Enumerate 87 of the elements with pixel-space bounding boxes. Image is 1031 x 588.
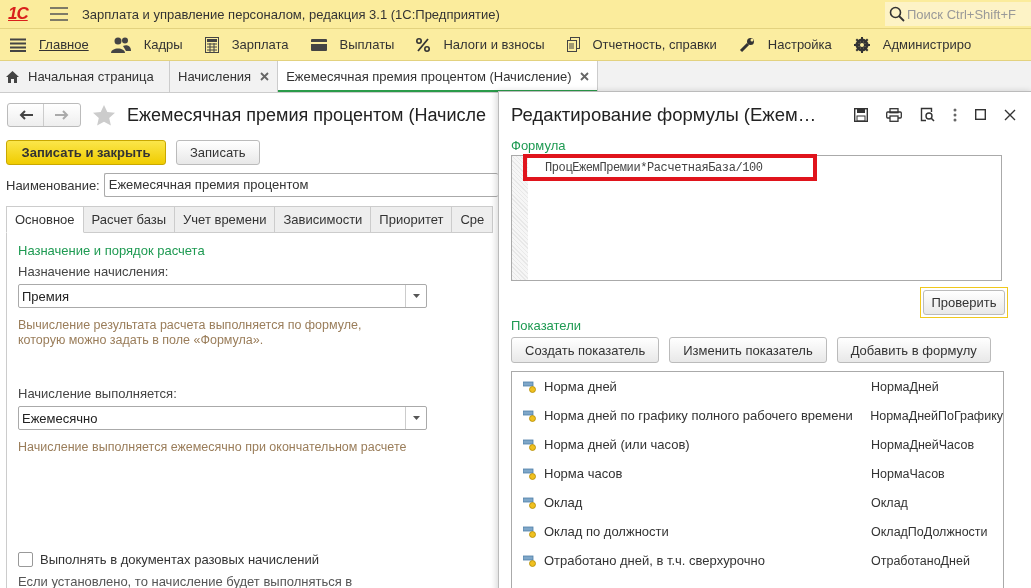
form-tab[interactable]: Приоритет bbox=[371, 206, 453, 233]
form-tab[interactable]: Зависимости bbox=[275, 206, 372, 233]
mode-dropdown[interactable]: Ежемесячно bbox=[18, 406, 427, 430]
indicator-name[interactable]: Оклад bbox=[544, 495, 871, 510]
indicator-name[interactable]: Норма дней по графику полного рабочего времени bbox=[543, 408, 871, 423]
form-tab[interactable]: Сре bbox=[452, 206, 494, 233]
open-tab[interactable]: Ежемесячная премия процентом (Начисление) bbox=[278, 61, 599, 92]
section-link[interactable]: Настройка bbox=[767, 37, 832, 52]
section-link[interactable]: Кадры bbox=[143, 37, 183, 52]
indicator-name[interactable]: Отработано дней, в т.ч. сверхурочно bbox=[544, 553, 871, 568]
field-label: Назначение начисления: bbox=[18, 264, 170, 279]
form-tab[interactable]: Учет времени bbox=[175, 206, 276, 233]
formula-text: ПроцЕжемПремии*РасчетнаяБаза/100 bbox=[545, 160, 763, 175]
section-link[interactable]: Главное bbox=[39, 37, 89, 52]
indicator-icon bbox=[523, 380, 536, 393]
check-button[interactable]: Проверить bbox=[923, 290, 1005, 315]
indicator-id[interactable]: НормаДнейПоГрафику bbox=[870, 408, 1003, 423]
indicator-name[interactable]: Норма дней bbox=[544, 379, 871, 394]
indicator-name[interactable]: Оклад по должности bbox=[544, 524, 871, 539]
indicator-icon bbox=[523, 438, 536, 451]
dropdown-icon bbox=[412, 416, 420, 420]
wallet-icon bbox=[310, 38, 327, 51]
maximize-icon[interactable] bbox=[975, 109, 986, 120]
indicator-icon bbox=[523, 496, 536, 509]
search-box[interactable]: Поиск Ctrl+Shift+F bbox=[885, 2, 1031, 26]
section-link[interactable]: Отчетность, справки bbox=[592, 37, 717, 52]
formula-label: Формула bbox=[511, 138, 567, 153]
checkbox[interactable] bbox=[18, 552, 33, 567]
close-icon[interactable] bbox=[1004, 108, 1016, 121]
hint-text: Если установлено, то начисление будет выполняться в bbox=[18, 574, 354, 588]
name-field[interactable]: Ежемесячная премия процентом bbox=[103, 173, 498, 197]
indicator-icon bbox=[523, 467, 536, 480]
search-icon[interactable] bbox=[889, 6, 905, 22]
indicator-id[interactable]: НормаДней bbox=[871, 379, 939, 394]
indicator-name[interactable]: Норма часов bbox=[544, 466, 871, 481]
close-icon[interactable] bbox=[580, 72, 590, 81]
section-title: Назначение и порядок расчета bbox=[18, 243, 206, 258]
indicator-id[interactable]: НормаЧасов bbox=[871, 466, 945, 481]
save-icon[interactable] bbox=[854, 107, 868, 122]
menu-icon[interactable] bbox=[50, 7, 68, 21]
form-title: Ежемесячная премия процентом (Начисле bbox=[127, 104, 487, 126]
indicator-icon bbox=[523, 554, 536, 567]
people-icon bbox=[110, 36, 131, 53]
indicator-id[interactable]: НормаДнейЧасов bbox=[871, 437, 975, 452]
logo: 1С bbox=[8, 4, 30, 24]
indicator-icon bbox=[523, 409, 536, 422]
dropdown-icon bbox=[412, 294, 420, 298]
checkbox-label: Выполнять в документах разовых начислений bbox=[40, 552, 320, 567]
indicator-button[interactable]: Изменить показатель bbox=[669, 337, 827, 363]
wrench-icon bbox=[738, 36, 755, 53]
indicator-icon bbox=[523, 525, 536, 538]
indicator-button[interactable]: Создать показатель bbox=[511, 337, 660, 363]
form-tab[interactable]: Основное bbox=[6, 206, 84, 233]
section-link[interactable]: Выплаты bbox=[339, 37, 395, 52]
percent-icon bbox=[416, 37, 431, 52]
print-icon[interactable] bbox=[886, 107, 902, 122]
calculator-icon bbox=[204, 36, 219, 53]
hint-text: Вычисление результата расчета выполняется по формуле, которую можно задать в поле «Формула». bbox=[18, 318, 363, 348]
save-button[interactable]: Записать bbox=[176, 139, 260, 165]
star-icon[interactable] bbox=[93, 104, 115, 126]
more-icon[interactable] bbox=[953, 107, 957, 122]
arrow-left-icon bbox=[18, 110, 33, 120]
field-label: Начисление выполняется: bbox=[18, 386, 178, 401]
menu-icon bbox=[10, 37, 26, 52]
window-title: Зарплата и управление персоналом, редакция 3.1 (1С:Предприятие) bbox=[82, 6, 501, 22]
settings-icon bbox=[853, 36, 870, 53]
field-label: Наименование: bbox=[6, 177, 100, 193]
formula-editor[interactable]: ПроцЕжемПремии*РасчетнаяБаза/100 bbox=[511, 155, 1002, 281]
purpose-dropdown[interactable]: Премия bbox=[18, 284, 427, 308]
arrow-right-icon bbox=[55, 110, 69, 120]
section-link[interactable]: Администриро bbox=[882, 37, 972, 52]
documents-icon bbox=[566, 37, 580, 52]
indicator-id[interactable]: ОкладПоДолжности bbox=[871, 524, 988, 539]
section-link[interactable]: Зарплата bbox=[231, 37, 289, 52]
indicators-label: Показатели bbox=[511, 318, 582, 333]
home-icon bbox=[6, 70, 19, 83]
section-link[interactable]: Налоги и взносы bbox=[443, 37, 545, 52]
indicator-id[interactable]: Оклад bbox=[871, 495, 908, 510]
preview-icon[interactable] bbox=[920, 107, 935, 122]
dialog-title: Редактирование формулы (Ежем… bbox=[511, 103, 818, 126]
form-tab[interactable]: Расчет базы bbox=[83, 206, 176, 233]
open-tab[interactable]: Начальная страница bbox=[0, 61, 170, 92]
indicator-id[interactable]: ОтработаноДней bbox=[871, 553, 970, 568]
indicator-name[interactable]: Норма дней (или часов) bbox=[544, 437, 871, 452]
save-and-close-button[interactable]: Записать и закрыть bbox=[6, 139, 166, 165]
hint-text: Начисление выполняется ежемесячно при окончательном расчете bbox=[18, 440, 408, 455]
indicator-button[interactable]: Добавить в формулу bbox=[836, 337, 991, 363]
